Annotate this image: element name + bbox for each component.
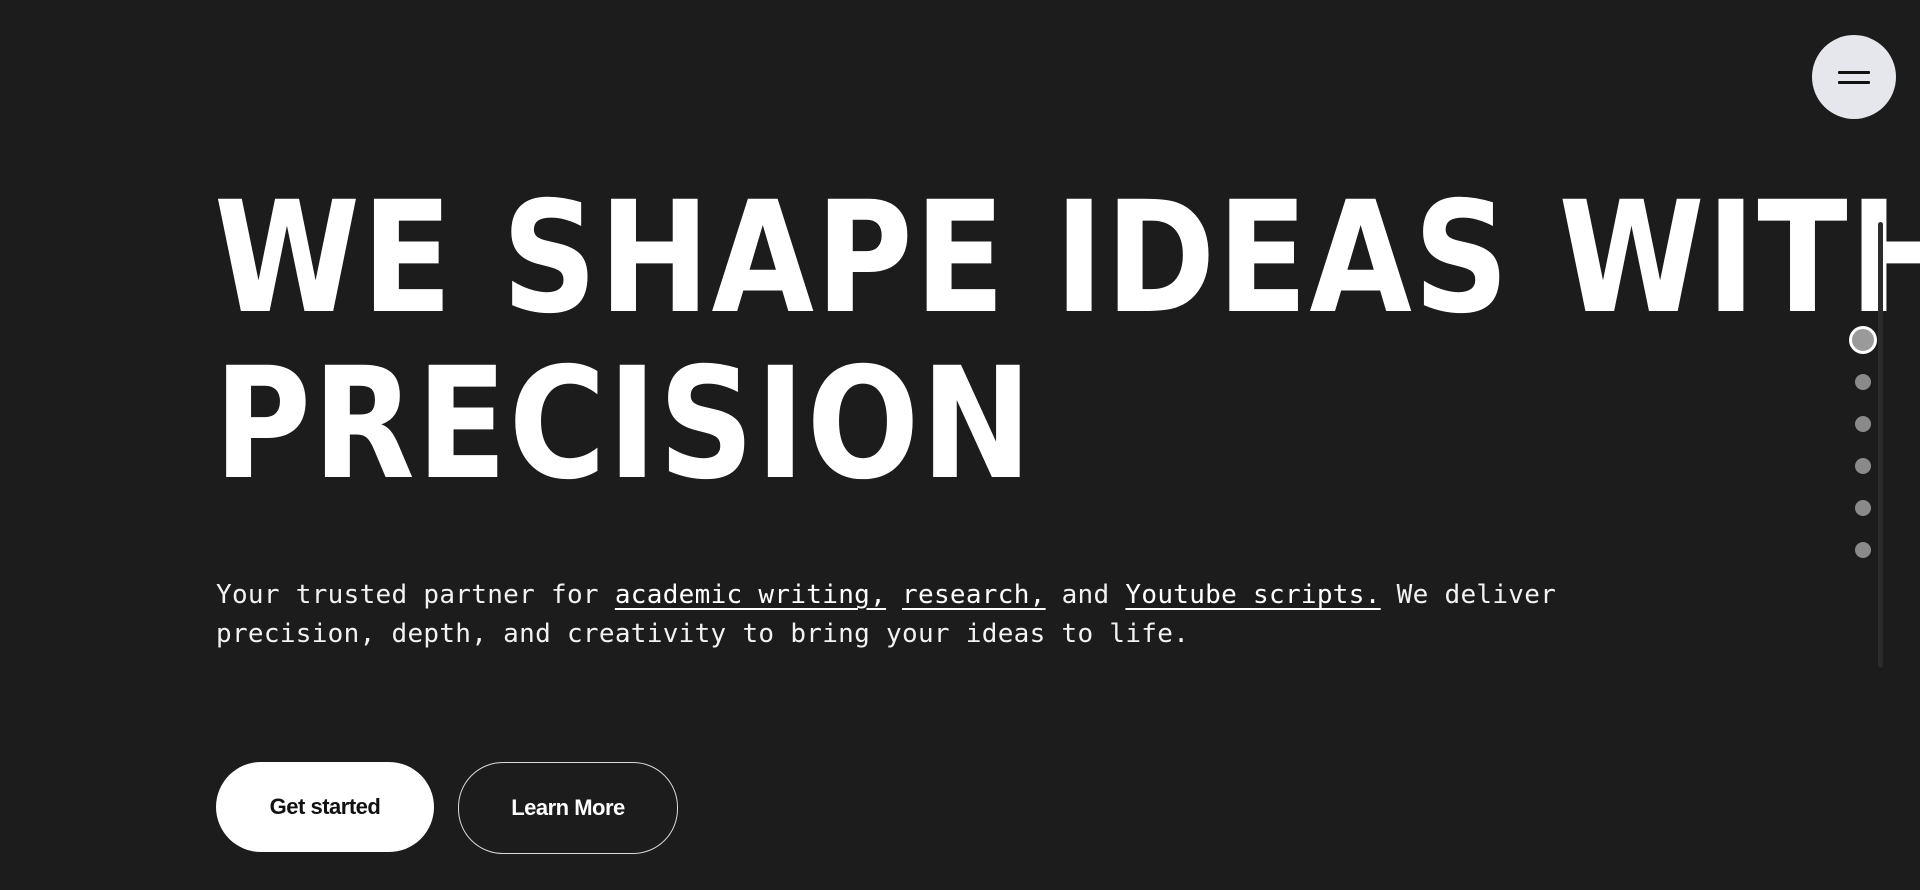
menu-icon-bar-top [1838, 71, 1870, 74]
side-nav-dot-1[interactable] [1849, 326, 1877, 354]
side-nav-dot-4[interactable] [1855, 458, 1871, 474]
side-nav-dot-3[interactable] [1855, 416, 1871, 432]
academic-writing-link[interactable]: academic writing, [615, 580, 886, 610]
side-nav-dot-6[interactable] [1855, 542, 1871, 558]
description-lead: Your trusted partner for [216, 580, 615, 610]
menu-icon-bar-bottom [1838, 81, 1870, 84]
research-link[interactable]: research, [902, 580, 1046, 610]
hero-headline: WE SHAPE IDEAS WITH PRECISION [214, 169, 1920, 514]
hamburger-menu-icon [1838, 68, 1870, 86]
description-and: and [1045, 580, 1126, 610]
hero-description: Your trusted partner for academic writin… [216, 576, 1696, 654]
youtube-scripts-link[interactable]: Youtube scripts. [1125, 580, 1380, 610]
get-started-button[interactable]: Get started [216, 762, 434, 852]
learn-more-label: Learn More [511, 795, 625, 820]
headline-line-2: PRECISION [214, 335, 1034, 514]
headline-line-1: WE SHAPE IDEAS WITH [214, 169, 1920, 348]
hero-page: WE SHAPE IDEAS WITH PRECISION Your trust… [0, 0, 1920, 890]
side-nav-dot-2[interactable] [1855, 374, 1871, 390]
menu-button[interactable] [1812, 35, 1896, 119]
side-nav-track [1878, 222, 1883, 668]
get-started-label: Get started [269, 794, 381, 819]
side-nav-dot-5[interactable] [1855, 500, 1871, 516]
learn-more-button[interactable]: Learn More [458, 762, 678, 854]
